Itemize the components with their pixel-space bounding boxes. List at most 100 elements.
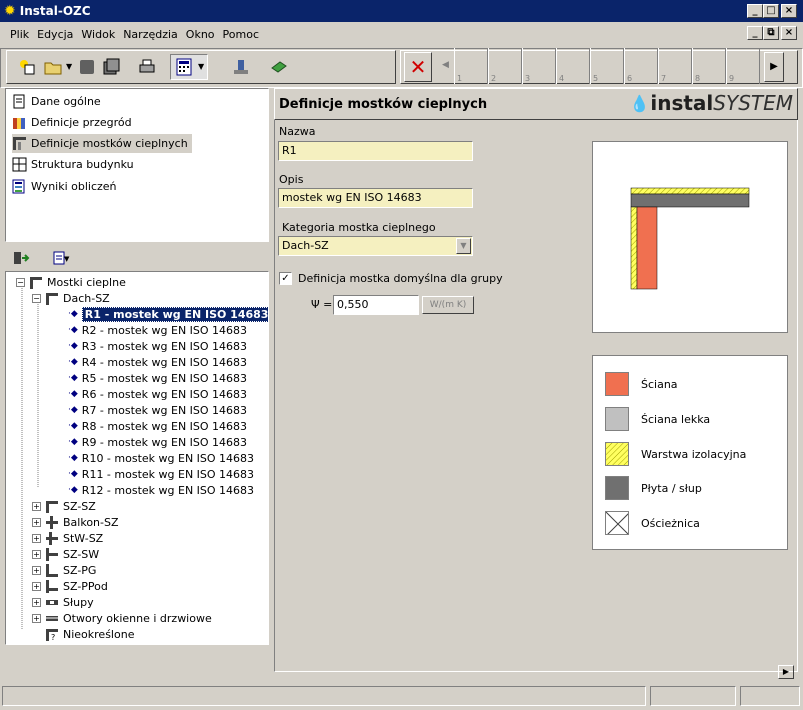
menu-widok[interactable]: Widok	[77, 28, 119, 41]
page-1[interactable]: 1	[454, 48, 488, 84]
tree-group-label: StW-SZ	[63, 531, 104, 545]
menu-bar: Plik Edycja Widok Narzędzia Okno Pomoc	[0, 24, 803, 44]
nav-label: Struktura budynku	[31, 158, 134, 171]
tree-root[interactable]: − Mostki cieplne	[16, 274, 126, 290]
save-icon[interactable]	[78, 58, 96, 76]
window-title: Instal-OZC	[19, 4, 91, 18]
page-8[interactable]: 8	[692, 48, 726, 84]
tree-leaf[interactable]: ·◆ R5 - mostek wg EN ISO 14683	[68, 370, 247, 386]
nav-item-wyniki[interactable]: Wyniki obliczeń	[12, 177, 117, 196]
tree-leaf[interactable]: ·◆ R7 - mostek wg EN ISO 14683	[68, 402, 247, 418]
tree-leaf-r1[interactable]: ·◆ R1 - mostek wg EN ISO 14683	[68, 306, 268, 322]
page-5[interactable]: 5	[590, 48, 624, 84]
child-close-button[interactable]: ×	[781, 26, 797, 40]
menu-okno[interactable]: Okno	[182, 28, 219, 41]
legend-item-izolacja: Warstwa izolacyjna	[605, 442, 746, 466]
tree-group[interactable]: + Balkon-SZ	[32, 514, 119, 530]
tree-group-dach-sz[interactable]: − Dach-SZ	[32, 290, 110, 306]
tree-leaf[interactable]: ·◆ R2 - mostek wg EN ISO 14683	[68, 322, 247, 338]
page-2[interactable]: 2	[488, 48, 522, 84]
psi-field[interactable]: 0,550	[333, 295, 419, 315]
tree-group[interactable]: + SZ-PG	[32, 562, 96, 578]
drop-icon: 💧	[629, 93, 650, 113]
open-folder-icon[interactable]	[44, 58, 62, 76]
menu-narzedzia[interactable]: Narzędzia	[119, 28, 182, 41]
expand-icon[interactable]: +	[32, 549, 41, 559]
page-4[interactable]: 4	[556, 48, 590, 84]
expand-icon[interactable]: +	[32, 533, 41, 543]
nav-item-dane-ogolne[interactable]: Dane ogólne	[12, 92, 101, 111]
tree-group[interactable]: + Słupy	[32, 594, 94, 610]
close-page-button[interactable]: ✕	[404, 52, 432, 82]
menu-edycja[interactable]: Edycja	[33, 28, 77, 41]
tree-group-undefined[interactable]: ? Nieokreślone	[45, 626, 134, 642]
tree-group[interactable]: + SZ-SZ	[32, 498, 96, 514]
book-icon[interactable]	[270, 58, 288, 76]
chevron-down-icon[interactable]: ▼	[66, 62, 72, 71]
tree-leaf[interactable]: ·◆ R4 - mostek wg EN ISO 14683	[68, 354, 247, 370]
tree-leaf[interactable]: ·◆ R12 - mostek wg EN ISO 14683	[68, 482, 254, 498]
window-scroll-right[interactable]: ▶	[778, 665, 794, 679]
tree-group[interactable]: + SZ-PPod	[32, 578, 108, 594]
expand-icon[interactable]: +	[32, 565, 41, 575]
nav-item-struktura[interactable]: Struktura budynku	[12, 155, 134, 174]
page-next-button[interactable]: ▶	[764, 52, 784, 82]
page-9[interactable]: 9	[726, 48, 760, 84]
nav-item-definicje-mostkow[interactable]: Definicje mostków cieplnych	[12, 134, 192, 153]
expand-icon[interactable]: +	[32, 613, 41, 623]
legend-item-plyta: Płyta / słup	[605, 476, 702, 500]
list-view-dropdown-icon[interactable]: ▼	[64, 255, 69, 263]
new-file-icon[interactable]	[18, 58, 36, 76]
expand-icon[interactable]: +	[32, 517, 41, 527]
tree-leaf[interactable]: ·◆ R3 - mostek wg EN ISO 14683	[68, 338, 247, 354]
bridge-icon	[13, 137, 26, 150]
calculator-dropdown-icon[interactable]: ▼	[198, 62, 204, 71]
tree-group[interactable]: + StW-SZ	[32, 530, 103, 546]
building-tool-icon[interactable]	[232, 58, 250, 76]
leaf-icon: ·◆	[68, 325, 78, 335]
menu-pomoc[interactable]: Pomoc	[219, 28, 263, 41]
tree-leaf[interactable]: ·◆ R6 - mostek wg EN ISO 14683	[68, 386, 247, 402]
page-prev-icon[interactable]: ◀	[442, 60, 449, 70]
tree-leaf[interactable]: ·◆ R8 - mostek wg EN ISO 14683	[68, 418, 247, 434]
nav-item-definicje-przegrod[interactable]: Definicje przegród	[12, 113, 132, 132]
maximize-button[interactable]: □	[763, 4, 779, 18]
insulation-side	[630, 206, 638, 290]
child-restore-button[interactable]: ⧉	[763, 26, 779, 40]
tree-group-label: SZ-SW	[63, 547, 100, 561]
tree-leaf[interactable]: ·◆ R10 - mostek wg EN ISO 14683	[68, 450, 254, 466]
collapse-icon[interactable]: −	[16, 277, 25, 287]
leaf-icon: ·◆	[68, 469, 78, 479]
tree-leaf[interactable]: ·◆ R11 - mostek wg EN ISO 14683	[68, 466, 254, 482]
tree-group[interactable]: + SZ-SW	[32, 546, 99, 562]
instalsystem-logo: 💧 instal SYSTEM	[629, 91, 793, 115]
page-3[interactable]: 3	[522, 48, 556, 84]
tree-leaf[interactable]: ·◆ R9 - mostek wg EN ISO 14683	[68, 434, 247, 450]
save-all-icon[interactable]	[102, 58, 120, 76]
close-button[interactable]: ×	[781, 4, 797, 18]
collapse-icon[interactable]: −	[32, 293, 41, 303]
opis-field[interactable]: mostek wg EN ISO 14683	[278, 188, 473, 208]
print-icon[interactable]	[138, 58, 156, 76]
page-6[interactable]: 6	[624, 48, 658, 84]
child-minimize-button[interactable]: _	[747, 26, 763, 40]
kategoria-select[interactable]: Dach-SZ	[278, 236, 473, 256]
results-icon	[12, 179, 25, 194]
legend-item-sciana-lekka: Ściana lekka	[605, 407, 710, 431]
nazwa-field[interactable]: R1	[278, 141, 473, 161]
expand-icon[interactable]: +	[32, 597, 41, 607]
export-icon[interactable]	[12, 249, 30, 267]
menu-plik[interactable]: Plik	[6, 28, 33, 41]
minimize-button[interactable]: _	[747, 4, 763, 18]
bridge-node-icon	[46, 292, 58, 305]
kategoria-dropdown-button[interactable]: ▼	[456, 238, 471, 254]
expand-icon[interactable]: +	[32, 501, 41, 511]
tree-leaf-label: R2 - mostek wg EN ISO 14683	[81, 323, 248, 337]
unit-button[interactable]: W/(m K)	[422, 296, 474, 314]
default-checkbox[interactable]: ✓	[279, 272, 292, 285]
page-7[interactable]: 7	[658, 48, 692, 84]
leaf-icon: ·◆	[68, 373, 78, 383]
tree-group[interactable]: + Otwory okienne i drzwiowe	[32, 610, 212, 626]
expand-icon[interactable]: +	[32, 581, 41, 591]
tree-leaf-label: R7 - mostek wg EN ISO 14683	[81, 403, 248, 417]
